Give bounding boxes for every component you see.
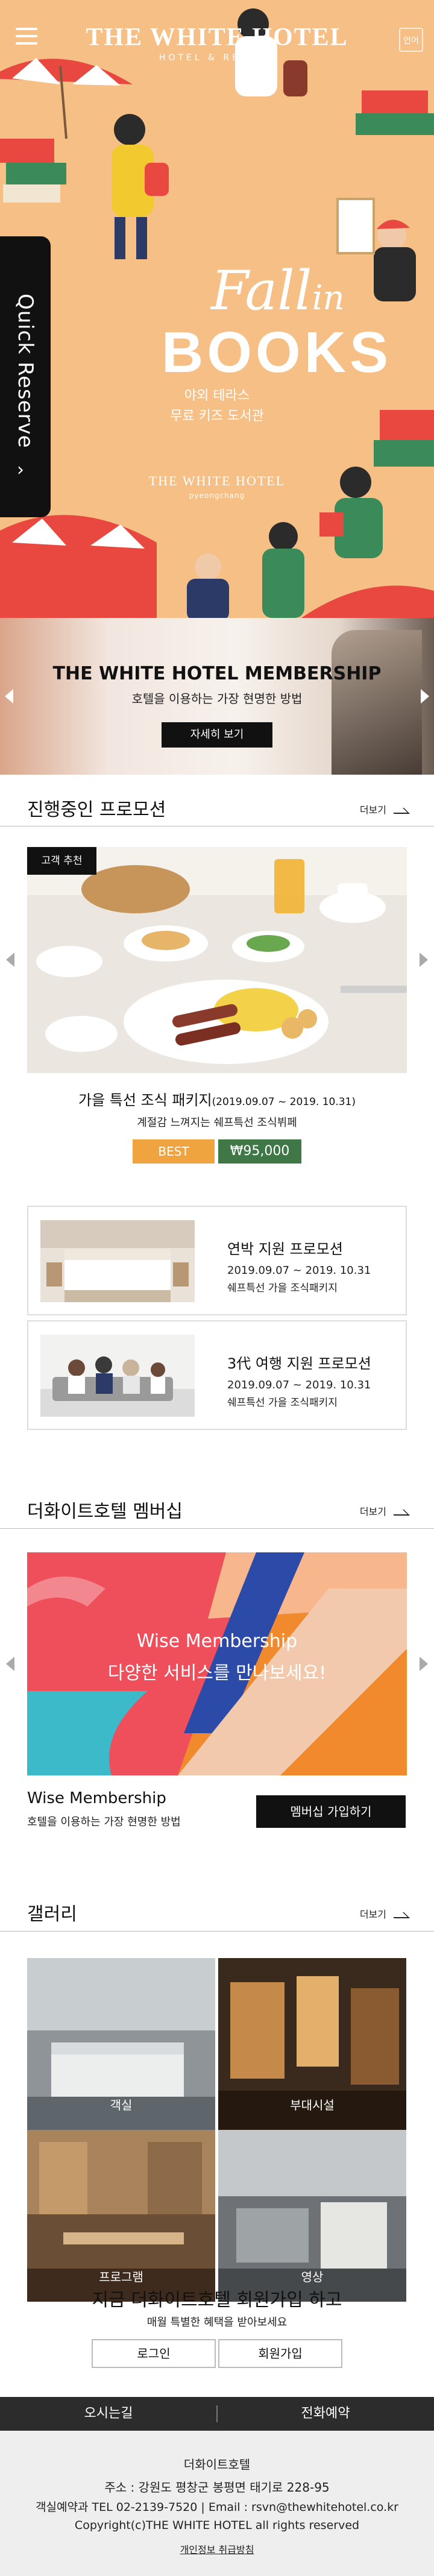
gallery-tile-label: 프로그램 (99, 2270, 143, 2284)
promotion-card-name: 연박 지원 프로모션 (227, 1241, 343, 1258)
banner-next-arrow-icon[interactable] (421, 689, 429, 704)
recommended-badge: 고객 추천 (27, 847, 96, 875)
promotion-card-date: 2019.09.07 ~ 2019. 10.31 (227, 1379, 371, 1391)
quick-reserve-tab[interactable]: Quick Reserve › (0, 236, 51, 517)
footer-address: 주소 : 강원도 평창군 봉평면 태기로 228-95 (104, 2480, 330, 2495)
hero-subtitle-line1: 야외 테라스 (184, 388, 250, 403)
membership-next-arrow-icon[interactable] (420, 1657, 428, 1671)
membership-more-link[interactable]: 더보기 (360, 1504, 407, 1518)
membership-name: Wise Membership (27, 1789, 166, 1807)
footer: 더화이트호텔 주소 : 강원도 평창군 봉평면 태기로 228-95 객실예약과… (0, 2431, 434, 2576)
membership-banner: THE WHITE HOTEL MEMBERSHIP 호텔을 이용하는 가장 현… (0, 618, 434, 775)
footer-contact: 객실예약과 TEL 02-2139-7520 | Email : rsvn@th… (36, 2501, 398, 2514)
membership-banner-title: THE WHITE HOTEL MEMBERSHIP (52, 663, 382, 684)
directions-button[interactable]: 오시는길 (0, 2397, 217, 2431)
gallery-tile-label: 부대시설 (290, 2098, 335, 2112)
footer-copyright: Copyright(c)THE WHITE HOTEL all rights r… (74, 2519, 360, 2532)
featured-promotion-image[interactable] (27, 847, 407, 1073)
quick-reserve-label: Quick Reserve (13, 294, 37, 449)
gallery-tile-label: 영상 (301, 2270, 324, 2284)
breakfast-photo (27, 847, 407, 1073)
page: THE WHITE HOTEL HOTEL & RESORT 언어 Fallin… (0, 0, 434, 2576)
banner-prev-arrow-icon[interactable] (5, 689, 13, 704)
featured-promotion-desc: 계절감 느껴지는 쉐프특선 조식뷔페 (137, 1116, 297, 1129)
gallery-tile-facilities[interactable]: 부대시설 (218, 1958, 406, 2130)
hero-main-title: BOOKS (162, 320, 392, 385)
gallery-tile-label: 객실 (110, 2098, 133, 2112)
price-tag: ₩95,000 (218, 1139, 301, 1164)
login-button[interactable]: 로그인 (92, 2339, 216, 2368)
promotions-title: 진행중인 프로모션 (27, 799, 166, 820)
brand-title: THE WHITE HOTEL (86, 24, 348, 51)
best-badge: BEST (133, 1139, 215, 1164)
promotion-card[interactable]: 연박 지원 프로모션 2019.09.07 ~ 2019. 10.31 쉐프특선… (27, 1206, 407, 1315)
brand-subtitle: HOTEL & RESORT (159, 53, 275, 63)
promotions-more-link[interactable]: 더보기 (360, 802, 407, 816)
membership-subtitle: 호텔을 이용하는 가장 현명한 방법 (27, 1816, 181, 1828)
language-button[interactable]: 언어 (399, 28, 423, 52)
divider (0, 1528, 434, 1529)
gallery-more-link[interactable]: 더보기 (360, 1906, 407, 1921)
hero-logo: THE WHITE HOTEL pyeongchang (0, 473, 434, 500)
promo-prev-arrow-icon[interactable] (6, 953, 14, 967)
view-details-button[interactable]: 자세히 보기 (162, 722, 272, 748)
gallery-tile-video[interactable]: 영상 (218, 2130, 406, 2302)
privacy-policy-link[interactable]: 개인정보 취급방침 (0, 2542, 434, 2556)
featured-promotion-name[interactable]: 가을 특선 조식 패키지(2019.09.07 ~ 2019. 10.31) (0, 1088, 434, 1109)
signup-button[interactable]: 회원가입 (218, 2339, 342, 2368)
promotion-card-desc: 쉐프특선 가을 조식패키지 (227, 1282, 338, 1294)
promotion-card-image (40, 1220, 195, 1302)
brand-logo[interactable]: THE WHITE HOTEL HOTEL & RESORT (0, 23, 434, 63)
divider (0, 826, 434, 827)
hero-logo-title: THE WHITE HOTEL (148, 473, 286, 488)
gallery-title: 갤러리 (27, 1904, 77, 1925)
gallery-tile-rooms[interactable]: 객실 (27, 1958, 215, 2130)
phone-reserve-button[interactable]: 전화예약 (217, 2397, 434, 2431)
promo-next-arrow-icon[interactable] (420, 953, 428, 967)
hero-logo-sub: pyeongchang (189, 491, 245, 500)
divider (0, 1931, 434, 1932)
membership-title: 더화이트호텔 멤버십 (27, 1501, 183, 1522)
wise-banner-line2: 다양한 서비스를 만나보세요! (107, 1663, 327, 1684)
hero-banner[interactable]: THE WHITE HOTEL HOTEL & RESORT 언어 Fallin… (0, 0, 434, 618)
promotion-card-name: 3代 여행 지원 프로모션 (227, 1355, 371, 1372)
promotion-card[interactable]: 3代 여행 지원 프로모션 2019.09.07 ~ 2019. 10.31 쉐… (27, 1320, 407, 1430)
signup-subtitle: 매월 특별한 혜택을 받아보세요 (146, 2316, 288, 2329)
promotion-card-date: 2019.09.07 ~ 2019. 10.31 (227, 1264, 371, 1277)
hero-script-title: Fallin (211, 259, 345, 323)
gallery-tile-programs[interactable]: 프로그램 (27, 2130, 215, 2302)
hero-subtitle-line2: 무료 키즈 도서관 (170, 409, 264, 424)
membership-banner-subtitle: 호텔을 이용하는 가장 현명한 방법 (131, 691, 303, 706)
arrow-right-icon: › (17, 459, 24, 480)
membership-prev-arrow-icon[interactable] (6, 1657, 14, 1671)
wise-membership-banner[interactable]: Wise Membership 다양한 서비스를 만나보세요! (27, 1552, 407, 1775)
signup-title: 지금 더화이트호텔 회원가입 하고 (92, 2290, 342, 2311)
footer-company: 더화이트호텔 (183, 2457, 251, 2472)
promotion-card-image (40, 1335, 195, 1417)
hero-subtitle: 야외 테라스 무료 키즈 도서관 (0, 386, 434, 427)
membership-join-button[interactable]: 멤버십 가입하기 (256, 1795, 406, 1828)
bottom-action-bar: 오시는길 전화예약 (0, 2397, 434, 2431)
promotion-card-desc: 쉐프특선 가을 조식패키지 (227, 1397, 338, 1409)
wise-banner-line1: Wise Membership (136, 1631, 298, 1652)
